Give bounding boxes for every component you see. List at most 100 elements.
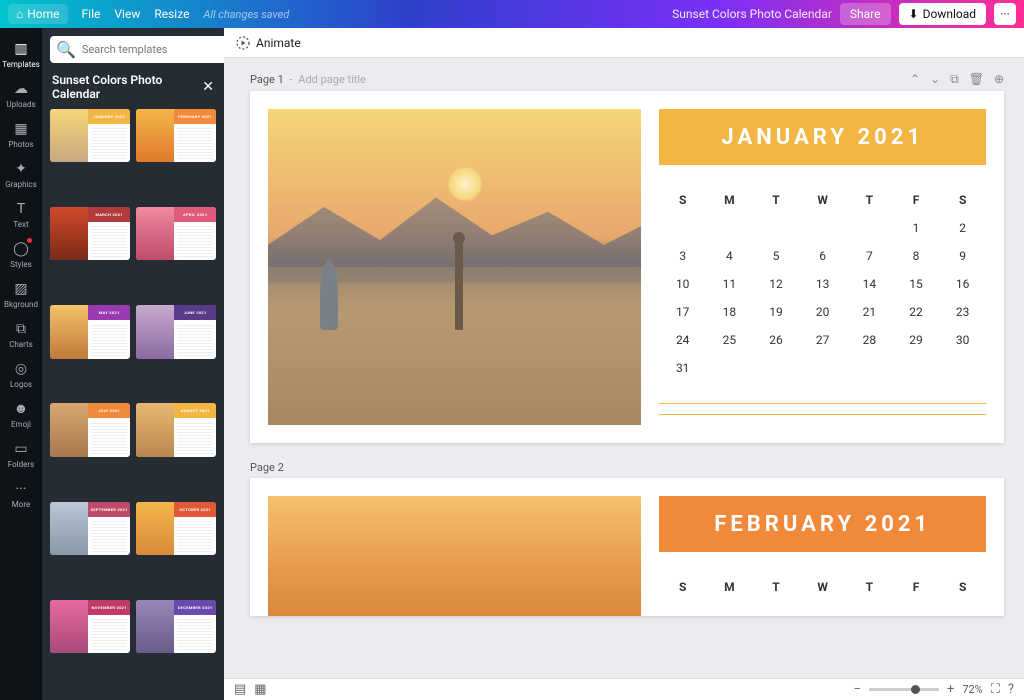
template-thumb-9[interactable]: SEPTEMBER 2021: [50, 502, 130, 555]
template-thumb-6[interactable]: JUNE 2021: [136, 305, 216, 358]
download-button[interactable]: ⬇ Download: [899, 3, 986, 25]
canvas-scroll[interactable]: Page 1 - Add page title ⌃ ⌄ ⧉ 🗑 ⊕: [224, 58, 1024, 678]
panel-title: Sunset Colors Photo Calendar: [52, 73, 202, 101]
rail-item-logos[interactable]: ◎Logos: [0, 354, 42, 394]
zoom-slider[interactable]: [869, 688, 939, 691]
template-thumb-1[interactable]: JANUARY 2021: [50, 109, 130, 162]
calendar-notes-jan[interactable]: [659, 393, 986, 425]
day-cell: 19: [753, 305, 800, 319]
menu-resize[interactable]: Resize: [154, 7, 189, 21]
template-thumb-11[interactable]: NOVEMBER 2021: [50, 600, 130, 653]
tool-rail: ▥Templates☁Uploads▦Photos✦GraphicsTText◯…: [0, 28, 42, 700]
template-thumb-10[interactable]: OCTOBER 2021: [136, 502, 216, 555]
rail-item-styles[interactable]: ◯Styles: [0, 234, 42, 274]
graphics-icon: ✦: [12, 160, 30, 178]
share-button[interactable]: Share: [840, 3, 891, 25]
template-thumb-2[interactable]: FEBRUARY 2021: [136, 109, 216, 162]
day-cell: 4: [706, 249, 753, 263]
grid-view-icon[interactable]: ▦: [254, 682, 266, 697]
rail-item-emoji[interactable]: ☻Emoji: [0, 394, 42, 434]
rail-item-templates[interactable]: ▥Templates: [0, 34, 42, 74]
day-cell: [799, 221, 846, 235]
rail-item-charts[interactable]: ⧉Charts: [0, 314, 42, 354]
canvas-toolbar: Animate: [224, 28, 1024, 58]
rail-item-text[interactable]: TText: [0, 194, 42, 234]
search-input[interactable]: [82, 43, 222, 56]
fullscreen-icon[interactable]: ⛶: [991, 682, 1000, 697]
rail-label: More: [12, 500, 30, 509]
template-thumb-12[interactable]: DECEMBER 2021: [136, 600, 216, 653]
dow-cell: S: [659, 193, 706, 207]
rail-item-graphics[interactable]: ✦Graphics: [0, 154, 42, 194]
zoom-value: 72%: [962, 683, 982, 696]
search-icon: 🔍: [56, 40, 76, 59]
home-label: Home: [27, 7, 59, 21]
dow-cell: S: [939, 193, 986, 207]
page-2[interactable]: FEBRUARY 2021 SMTWTFS: [250, 478, 1004, 616]
day-cell: 9: [939, 249, 986, 263]
pages-view-icon[interactable]: ▤: [234, 682, 246, 697]
rail-label: Charts: [9, 340, 33, 349]
more-icon: ···: [12, 480, 30, 498]
styles-icon: ◯: [12, 240, 30, 258]
page-2-calendar[interactable]: FEBRUARY 2021 SMTWTFS: [659, 496, 986, 616]
topbar: ⌂ Home File View Resize All changes save…: [0, 0, 1024, 28]
template-thumb-4[interactable]: APRIL 2021: [136, 207, 216, 260]
day-cell: [846, 221, 893, 235]
page-collapse-icon[interactable]: ⌃: [910, 72, 920, 87]
uploads-icon: ☁: [12, 80, 30, 98]
rail-item-more[interactable]: ··· More: [0, 474, 42, 514]
zoom-out-icon[interactable]: −: [853, 682, 860, 697]
dow-cell: M: [706, 580, 753, 594]
page-1-calendar[interactable]: JANUARY 2021 SMTWTFS12345678910111213141…: [659, 109, 986, 425]
home-button[interactable]: ⌂ Home: [8, 4, 68, 24]
page-2-photo[interactable]: [268, 496, 641, 616]
day-cell: 8: [893, 249, 940, 263]
rail-label: Logos: [10, 380, 32, 389]
dow-cell: S: [659, 580, 706, 594]
page-1-title-hint[interactable]: Add page title: [298, 73, 366, 86]
close-icon: ✕: [202, 79, 214, 95]
dow-cell: M: [706, 193, 753, 207]
day-cell: 24: [659, 333, 706, 347]
dow-cell: W: [799, 580, 846, 594]
page-add-icon[interactable]: ⊕: [994, 72, 1004, 87]
zoom-in-icon[interactable]: +: [947, 682, 954, 697]
rail-item-photos[interactable]: ▦Photos: [0, 114, 42, 154]
template-thumb-7[interactable]: JULY 2021: [50, 403, 130, 456]
day-cell: 5: [753, 249, 800, 263]
panel-close-button[interactable]: ✕: [202, 79, 214, 95]
day-cell: 21: [846, 305, 893, 319]
day-cell: 18: [706, 305, 753, 319]
rail-item-bkground[interactable]: ▨Bkground: [0, 274, 42, 314]
calendar-header-jan[interactable]: JANUARY 2021: [659, 109, 986, 165]
day-cell: 25: [706, 333, 753, 347]
document-name[interactable]: Sunset Colors Photo Calendar: [672, 7, 832, 21]
page-duplicate-icon[interactable]: ⧉: [950, 72, 959, 87]
dow-cell: T: [753, 580, 800, 594]
page-1-photo[interactable]: [268, 109, 641, 425]
page-down-icon[interactable]: ⌄: [930, 72, 940, 87]
more-button[interactable]: ···: [994, 3, 1016, 25]
animate-button[interactable]: Animate: [236, 36, 301, 50]
day-cell: 23: [939, 305, 986, 319]
rail-item-uploads[interactable]: ☁Uploads: [0, 74, 42, 114]
day-cell: 30: [939, 333, 986, 347]
day-cell: 7: [846, 249, 893, 263]
search-box[interactable]: 🔍: [50, 36, 228, 63]
page-1[interactable]: JANUARY 2021 SMTWTFS12345678910111213141…: [250, 91, 1004, 443]
help-icon[interactable]: ?: [1008, 682, 1014, 697]
menu-view[interactable]: View: [114, 7, 140, 21]
dow-cell: T: [846, 580, 893, 594]
rail-label: Text: [13, 220, 28, 229]
page-delete-icon[interactable]: 🗑: [969, 72, 984, 87]
dow-cell: F: [893, 193, 940, 207]
template-thumb-5[interactable]: MAY 2021: [50, 305, 130, 358]
calendar-header-feb[interactable]: FEBRUARY 2021: [659, 496, 986, 552]
menu-file[interactable]: File: [82, 7, 101, 21]
day-cell: 3: [659, 249, 706, 263]
template-thumb-3[interactable]: MARCH 2021: [50, 207, 130, 260]
template-thumb-8[interactable]: AUGUST 2021: [136, 403, 216, 456]
download-label: Download: [923, 7, 976, 21]
rail-item-folders[interactable]: ▭Folders: [0, 434, 42, 474]
